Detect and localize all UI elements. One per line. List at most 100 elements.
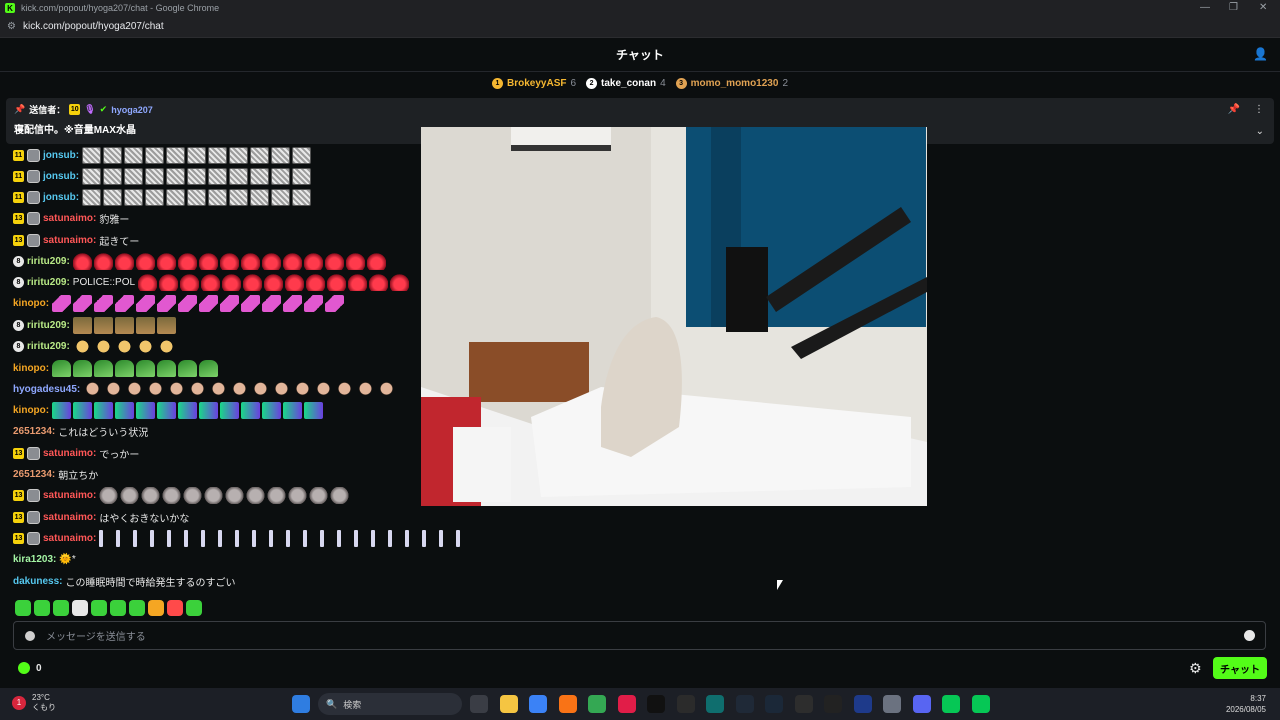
taskbar-app-icon[interactable] [470,695,488,713]
chat-message[interactable]: 8 riritu209: POLICE::POL [13,273,410,291]
taskbar-app-icon[interactable] [588,695,606,713]
chat-username[interactable]: kinopo: [13,405,49,416]
start-button-icon[interactable] [292,695,310,713]
chat-username[interactable]: riritu209: [27,277,70,288]
chat-message[interactable]: kira1203: 🌞* [13,550,76,568]
taskbar-search[interactable]: 🔍 検索 [318,693,462,715]
chat-username[interactable]: jonsub: [43,171,79,182]
taskbar-app-icon[interactable] [794,695,813,713]
emoji-picker-icon[interactable] [1244,630,1255,641]
leaderboard-username[interactable]: momo_momo1230 [691,78,779,89]
chat-message[interactable]: hyogadesu45: [13,380,397,398]
chat-username[interactable]: kinopo: [13,363,49,374]
quick-emote-icon[interactable] [72,600,88,616]
chat-username[interactable]: satunaimo: [43,490,96,501]
chat-username[interactable]: satunaimo: [43,533,96,544]
taskbar-app-icon[interactable] [883,695,901,713]
chat-username[interactable]: satunaimo: [43,512,96,523]
chat-username[interactable]: satunaimo: [43,235,96,246]
subscriber-badge: 13 [13,489,24,501]
leaderboard-item[interactable]: 3 momo_momo1230 2 [675,77,788,89]
chat-message[interactable]: dakuness: この睡眠時間で時給発生するのすごい [13,572,235,590]
chat-message[interactable]: 8 riritu209: [13,252,386,270]
quick-emote-icon[interactable] [129,600,145,616]
leaderboard-username[interactable]: BrokeyyASF [507,78,566,89]
taskbar-app-icon[interactable] [735,695,754,713]
taskbar-app-icon[interactable] [647,695,665,713]
site-settings-icon[interactable]: ⚙ [7,21,17,32]
users-icon[interactable]: 👤 [1253,47,1268,61]
taskbar-app-icon[interactable] [499,695,518,713]
chat-message[interactable]: kinopo: [13,401,324,419]
address-bar[interactable]: ⚙ kick.com/popout/hyoga207/chat [0,16,1280,38]
pinned-username[interactable]: hyoga207 [111,105,153,115]
chat-username[interactable]: jonsub: [43,150,79,161]
chat-username[interactable]: 2651234: [13,426,55,437]
chat-message[interactable]: 13 satunaimo: [13,486,350,504]
quick-emote-icon[interactable] [15,600,31,616]
taskbar-app-icon[interactable] [912,695,931,713]
chat-message[interactable]: 11 jonsub: [13,146,312,164]
pin-toggle-icon[interactable]: 📌 [1228,104,1240,115]
chat-message[interactable]: 8 riritu209: [13,316,176,334]
taskbar-app-icon[interactable] [765,695,783,713]
drop-emote-icon [327,273,347,291]
chat-username[interactable]: dakuness: [13,576,62,587]
weather-widget[interactable]: 1 23°C くもり [12,693,56,713]
quick-emote-icon[interactable] [167,600,183,616]
restore-button[interactable]: ❐ [1229,2,1238,13]
quick-emote-icon[interactable] [91,600,107,616]
channel-points[interactable]: 0 [18,662,42,674]
chat-message[interactable]: 11 jonsub: [13,167,312,185]
chat-message[interactable]: 8 riritu209: [13,337,176,355]
taskbar-app-icon[interactable] [853,695,872,713]
chevron-down-icon[interactable]: ⌄ [1256,126,1264,137]
chat-username[interactable]: riritu209: [27,320,70,331]
chat-message[interactable]: 2651234: これはどういう状況 [13,422,148,440]
chat-message[interactable]: 13 satunaimo: 起きてー [13,231,139,249]
chat-username[interactable]: 2651234: [13,469,55,480]
taskbar-app-icon[interactable] [706,695,724,713]
taskbar-app-icon[interactable] [617,695,636,713]
chat-message[interactable]: kinopo: [13,294,345,312]
leaderboard-item[interactable]: 1 BrokeyyASF 6 [492,77,576,89]
message-input[interactable]: メッセージを送信する [46,628,146,643]
chat-username[interactable]: riritu209: [27,341,70,352]
chat-username[interactable]: satunaimo: [43,213,96,224]
quick-emote-icon[interactable] [186,600,202,616]
taskbar-app-icon[interactable] [676,695,695,713]
system-clock[interactable]: 8:37 2026/08/05 [1226,693,1266,715]
chat-message[interactable]: 11 jonsub: [13,188,312,206]
minimize-button[interactable]: — [1200,2,1210,13]
send-chat-button[interactable]: チャット [1213,657,1267,679]
chat-message[interactable]: kinopo: [13,359,219,377]
chat-message[interactable]: 13 satunaimo: 豹雅ー [13,209,129,227]
quick-emote-icon[interactable] [148,600,164,616]
more-options-icon[interactable]: ⋮ [1254,104,1264,115]
chat-username[interactable]: hyogadesu45: [13,384,80,395]
leaderboard-item[interactable]: 2 take_conan 4 [586,77,666,89]
chat-message[interactable]: 2651234: 朝立ちか [13,465,98,483]
taskbar-app-icon[interactable] [824,695,842,713]
chat-username[interactable]: riritu209: [27,256,70,267]
taskbar-app-icon[interactable] [971,695,990,713]
chat-username[interactable]: jonsub: [43,192,79,203]
chat-username[interactable]: kinopo: [13,298,49,309]
message-composer[interactable]: メッセージを送信する [13,621,1266,650]
chat-username[interactable]: kira1203: [13,554,56,565]
quick-emote-icon[interactable] [34,600,50,616]
taskbar-app-icon[interactable] [529,695,547,713]
close-button[interactable]: ✕ [1259,2,1267,13]
chat-message[interactable]: 13 satunaimo: でっかー [13,444,139,462]
url-text[interactable]: kick.com/popout/hyoga207/chat [23,21,164,32]
taskbar-app-icon[interactable] [558,695,577,713]
video-overlay[interactable] [421,127,927,506]
leaderboard-username[interactable]: take_conan [601,78,656,89]
gear-icon[interactable]: ⚙ [1189,660,1202,677]
taskbar-app-icon[interactable] [942,695,960,713]
chat-message[interactable]: 13 satunaimo: [13,529,471,547]
quick-emote-icon[interactable] [53,600,69,616]
chat-message[interactable]: 13 satunaimo: はやくおきないかな [13,508,189,526]
quick-emote-icon[interactable] [110,600,126,616]
chat-username[interactable]: satunaimo: [43,448,96,459]
